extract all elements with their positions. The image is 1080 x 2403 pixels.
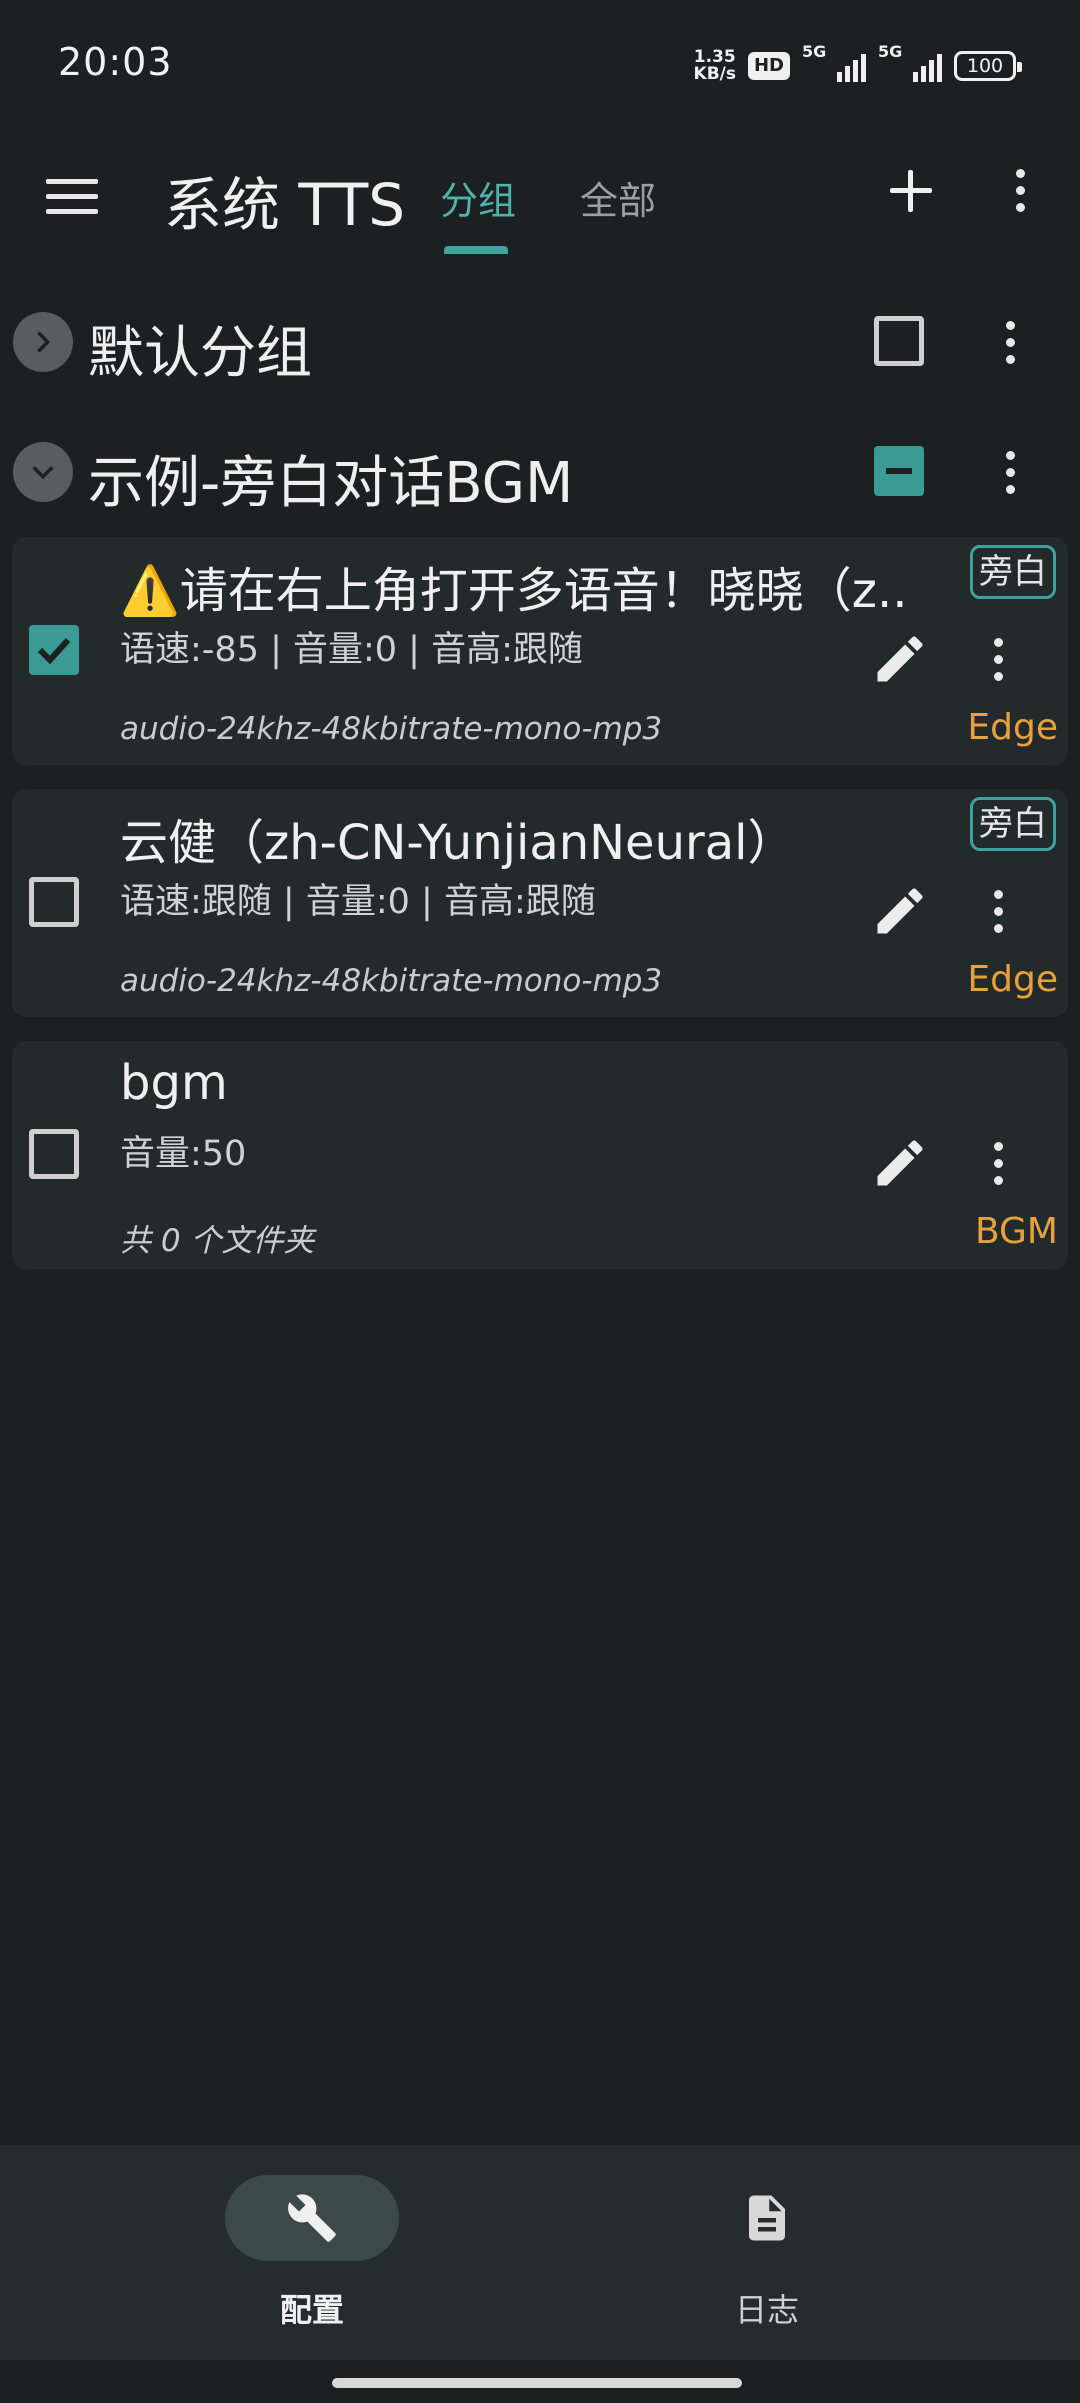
group-header-default[interactable]: 默认分组 [0, 290, 1080, 390]
chevron-right-icon[interactable] [13, 312, 73, 372]
app-title: 系统 TTS [164, 171, 406, 239]
list-item[interactable]: bgm 音量:50 共 0 个文件夹 BGM [12, 1041, 1068, 1269]
network-speed-unit: KB/s [693, 64, 736, 84]
status-icons: 1.35 KB/s HD 5G 5G 100 [694, 42, 1022, 88]
group-more-icon[interactable] [990, 442, 1030, 502]
item-format: audio-24khz-48kbitrate-mono-mp3 [120, 711, 663, 747]
item-engine: Edge [967, 707, 1058, 748]
nav-config-label[interactable]: 配置 [280, 2285, 344, 2331]
item-subtitle: 语速:-85 | 音量:0 | 音高:跟随 [120, 630, 583, 670]
item-engine: BGM [974, 1211, 1058, 1252]
signal-icon-2: 5G [878, 42, 942, 84]
edit-icon[interactable] [870, 629, 930, 689]
nav-log-label[interactable]: 日志 [735, 2285, 799, 2331]
more-options-icon[interactable] [1000, 160, 1040, 220]
group-more-icon[interactable] [990, 312, 1030, 372]
document-icon[interactable] [740, 2191, 794, 2245]
signal-2-label: 5G [878, 42, 903, 61]
item-more-icon[interactable] [978, 629, 1018, 689]
item-checkbox[interactable] [29, 1129, 79, 1179]
item-tag: 旁白 [970, 797, 1056, 851]
item-engine: Edge [967, 959, 1058, 1000]
group-title: 默认分组 [88, 321, 312, 386]
gesture-bar[interactable] [332, 2378, 742, 2388]
nav-config-button[interactable] [225, 2175, 399, 2261]
item-title: ⚠️请在右上角打开多语音！晓晓（z.. [120, 563, 908, 619]
battery-icon: 100 [954, 51, 1022, 81]
signal-icon-1: 5G [802, 42, 866, 84]
item-format: audio-24khz-48kbitrate-mono-mp3 [120, 963, 663, 999]
status-time: 20:03 [58, 40, 173, 84]
status-bar: 20:03 1.35 KB/s HD 5G 5G 100 [0, 0, 1080, 130]
tab-indicator [444, 246, 508, 254]
add-icon[interactable] [880, 160, 940, 220]
item-tag: 旁白 [970, 545, 1056, 599]
item-more-icon[interactable] [978, 881, 1018, 941]
tab-all[interactable]: 全部 [580, 170, 656, 225]
item-format: 共 0 个文件夹 [120, 1223, 315, 1259]
hd-icon: HD [747, 52, 790, 80]
edit-icon[interactable] [870, 881, 930, 941]
item-checkbox-checked[interactable] [29, 625, 79, 675]
bottom-nav: 配置 日志 [0, 2145, 1080, 2360]
item-title: bgm [120, 1055, 228, 1111]
item-title: 云健（zh-CN-YunjianNeural） [120, 815, 796, 871]
list-item[interactable]: 云健（zh-CN-YunjianNeural） 语速:跟随 | 音量:0 | 音… [12, 789, 1068, 1017]
group-checkbox-indeterminate[interactable] [874, 446, 924, 496]
app-bar: 系统 TTS 分组 全部 [0, 130, 1080, 260]
group-header-example[interactable]: 示例-旁白对话BGM [0, 420, 1080, 520]
item-subtitle: 语速:跟随 | 音量:0 | 音高:跟随 [120, 882, 596, 922]
group-title: 示例-旁白对话BGM [88, 451, 574, 516]
item-checkbox[interactable] [29, 877, 79, 927]
menu-icon[interactable] [46, 166, 106, 226]
chevron-down-icon[interactable] [13, 442, 73, 502]
group-checkbox[interactable] [874, 316, 924, 366]
wrench-icon [288, 2194, 336, 2242]
network-speed: 1.35 KB/s [694, 49, 736, 83]
tab-group[interactable]: 分组 [440, 170, 516, 225]
item-more-icon[interactable] [978, 1133, 1018, 1193]
signal-1-label: 5G [802, 42, 827, 61]
list-item[interactable]: ⚠️请在右上角打开多语音！晓晓（z.. 语速:-85 | 音量:0 | 音高:跟… [12, 537, 1068, 765]
item-subtitle: 音量:50 [120, 1134, 247, 1174]
edit-icon[interactable] [870, 1133, 930, 1193]
